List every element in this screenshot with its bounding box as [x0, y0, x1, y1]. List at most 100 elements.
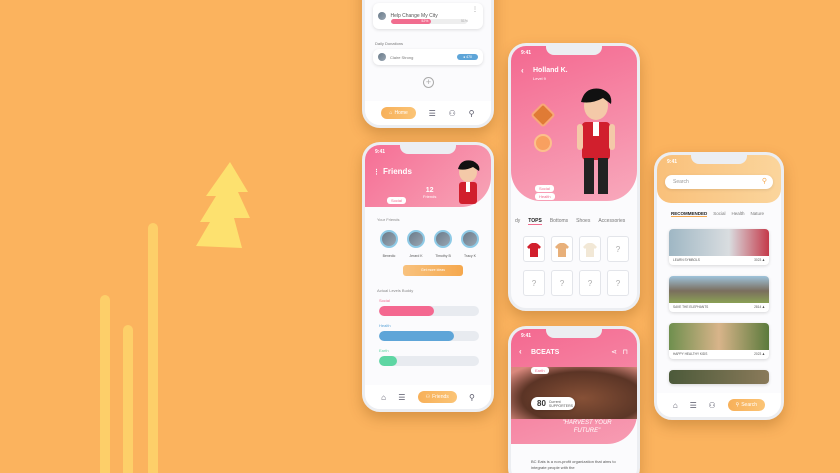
nav-home-label: Home: [394, 110, 408, 116]
avatar: [378, 53, 386, 61]
donor-name: Claire Strong: [390, 54, 414, 60]
donation-pill: ● 470: [457, 54, 478, 60]
search-icon[interactable]: ⚲: [469, 109, 475, 118]
plus-circle-icon[interactable]: +: [423, 77, 434, 88]
item-shirt-stripe[interactable]: [551, 236, 573, 262]
friend-avatar[interactable]: Benedic: [379, 230, 399, 258]
item-shirt-red[interactable]: [523, 236, 545, 262]
tab-tops[interactable]: TOPS: [528, 218, 542, 225]
people-icon[interactable]: ⚇: [449, 109, 456, 118]
page-title: ⋮ Friends: [373, 167, 412, 176]
home-icon[interactable]: ⌂: [381, 393, 386, 402]
tab-dy[interactable]: dy: [515, 218, 520, 225]
recommend-card[interactable]: SAVE THE ELEPHANTS 2814 ♟: [669, 276, 769, 312]
friend-avatar[interactable]: Tracy K: [460, 230, 480, 258]
character-icon: [577, 88, 615, 194]
nav-search-button[interactable]: ⚲ Search: [727, 399, 766, 411]
status-time: 9:41: [521, 50, 532, 56]
nav-search-label: Search: [741, 402, 758, 408]
tab-recommended[interactable]: RECOMMENDED: [671, 211, 708, 217]
progress-value: 52%: [421, 19, 429, 23]
item-locked[interactable]: ?: [607, 270, 629, 296]
project-card[interactable]: Help Change My City ⋮ 52% 51%: [373, 3, 483, 29]
home-icon[interactable]: ⌂: [673, 401, 678, 410]
card-meta: 2814 ♟: [754, 305, 765, 309]
donation-card[interactable]: Claire Strong ● 470: [373, 49, 483, 65]
bookmark-icon[interactable]: ⊓: [623, 348, 628, 356]
nav-home-button[interactable]: ⌂ Home: [381, 107, 416, 119]
card-caption: LEARN SYMBOLS: [673, 258, 700, 262]
avatar: [380, 230, 398, 248]
tag-health: Health: [535, 185, 555, 203]
profile-level: Level 9: [533, 76, 546, 81]
recommend-card[interactable]: HAPPY HEALTHY KIDS 2023 ♟: [669, 323, 769, 359]
tab-shoes[interactable]: Shoes: [576, 218, 590, 225]
supporters-pill: 80 Current SUPPORTERS: [531, 397, 575, 410]
achievement-medal-icon[interactable]: [534, 134, 552, 152]
supporters-count: 80: [537, 399, 546, 408]
card-image: [669, 370, 769, 384]
card-image: [669, 229, 769, 256]
shirt-icon: [527, 243, 541, 257]
more-icon[interactable]: ⋮: [472, 6, 478, 13]
item-locked[interactable]: ?: [607, 236, 629, 262]
list-icon[interactable]: ☰: [398, 393, 405, 402]
tab-bottoms[interactable]: Bottoms: [550, 218, 568, 225]
item-locked[interactable]: ?: [551, 270, 573, 296]
avatar: [434, 230, 452, 248]
item-locked[interactable]: ?: [579, 270, 601, 296]
list-icon[interactable]: ☰: [429, 109, 436, 118]
status-time: 9:41: [375, 149, 386, 155]
progress-right-label: 51%: [460, 19, 468, 23]
friend-avatar[interactable]: Jerard K: [406, 230, 426, 258]
friend-avatar[interactable]: Timothy B: [433, 230, 453, 258]
tab-accessories[interactable]: Accessories: [598, 218, 625, 225]
decor-bar: [100, 295, 110, 473]
project-progress: 52%: [391, 19, 467, 24]
search-icon: ⚲: [761, 178, 767, 185]
nav-friends-label: Friends: [432, 394, 449, 400]
item-shirt-plain[interactable]: [579, 236, 601, 262]
decor-bar: [148, 223, 158, 473]
level-label-earth: Earth: [379, 348, 389, 353]
search-icon: ⚲: [735, 402, 740, 408]
level-bar-social: [379, 306, 479, 316]
card-image: [669, 323, 769, 350]
social-badge: Social: [387, 189, 406, 207]
list-icon[interactable]: ☰: [690, 401, 697, 410]
tab-health[interactable]: Health: [732, 211, 745, 217]
levels-label: Actual Levels Buddy: [377, 288, 414, 293]
phone-notch: [691, 155, 747, 164]
back-button[interactable]: ‹: [519, 347, 522, 356]
status-time: 9:41: [667, 159, 678, 165]
avatar: [407, 230, 425, 248]
phone-notch: [546, 46, 602, 55]
closet-tabs: dy TOPS Bottoms Shoes Accessories: [515, 218, 637, 225]
level-label-social: Social: [379, 298, 390, 303]
friends-label: Your Friends: [377, 217, 400, 222]
phone-friends: 9:41 ⋮ Friends Social 12 Friends Your Fri…: [362, 142, 494, 412]
shirt-icon: [583, 243, 597, 257]
share-icon[interactable]: ⋖: [611, 348, 617, 356]
item-locked[interactable]: ?: [523, 270, 545, 296]
avatar: [461, 230, 479, 248]
back-button[interactable]: ‹: [521, 66, 524, 75]
bottom-nav: ⌂ ☰ ⚇ Friends ⚲: [365, 385, 491, 409]
bottom-nav: ⌂ Home ☰ ⚇ ⚲: [365, 101, 491, 125]
people-icon[interactable]: ⚇: [709, 401, 716, 410]
card-image: [669, 276, 769, 303]
recommend-card[interactable]: [669, 370, 769, 384]
bottom-nav: ⌂ ☰ ⚇ ⚲ Search: [657, 393, 781, 417]
project-title: Help Change My City: [390, 12, 438, 19]
recommend-card[interactable]: LEARN SYMBOLS 3023 ♟: [669, 229, 769, 265]
menu-icon: ⋮: [373, 169, 380, 176]
nav-friends-button[interactable]: ⚇ Friends: [417, 391, 457, 403]
org-title: BCEATS: [531, 349, 560, 356]
search-icon[interactable]: ⚲: [469, 393, 475, 402]
card-meta: 2023 ♟: [754, 352, 765, 356]
phone-city-donations: Help Change My City ⋮ 52% 51% Daily Dona…: [362, 0, 494, 128]
search-input[interactable]: Search ⚲: [665, 175, 773, 189]
tab-nature[interactable]: Nature: [751, 211, 765, 217]
get-more-button[interactable]: Get more ideas: [403, 265, 463, 276]
tab-social[interactable]: Social: [713, 211, 725, 217]
